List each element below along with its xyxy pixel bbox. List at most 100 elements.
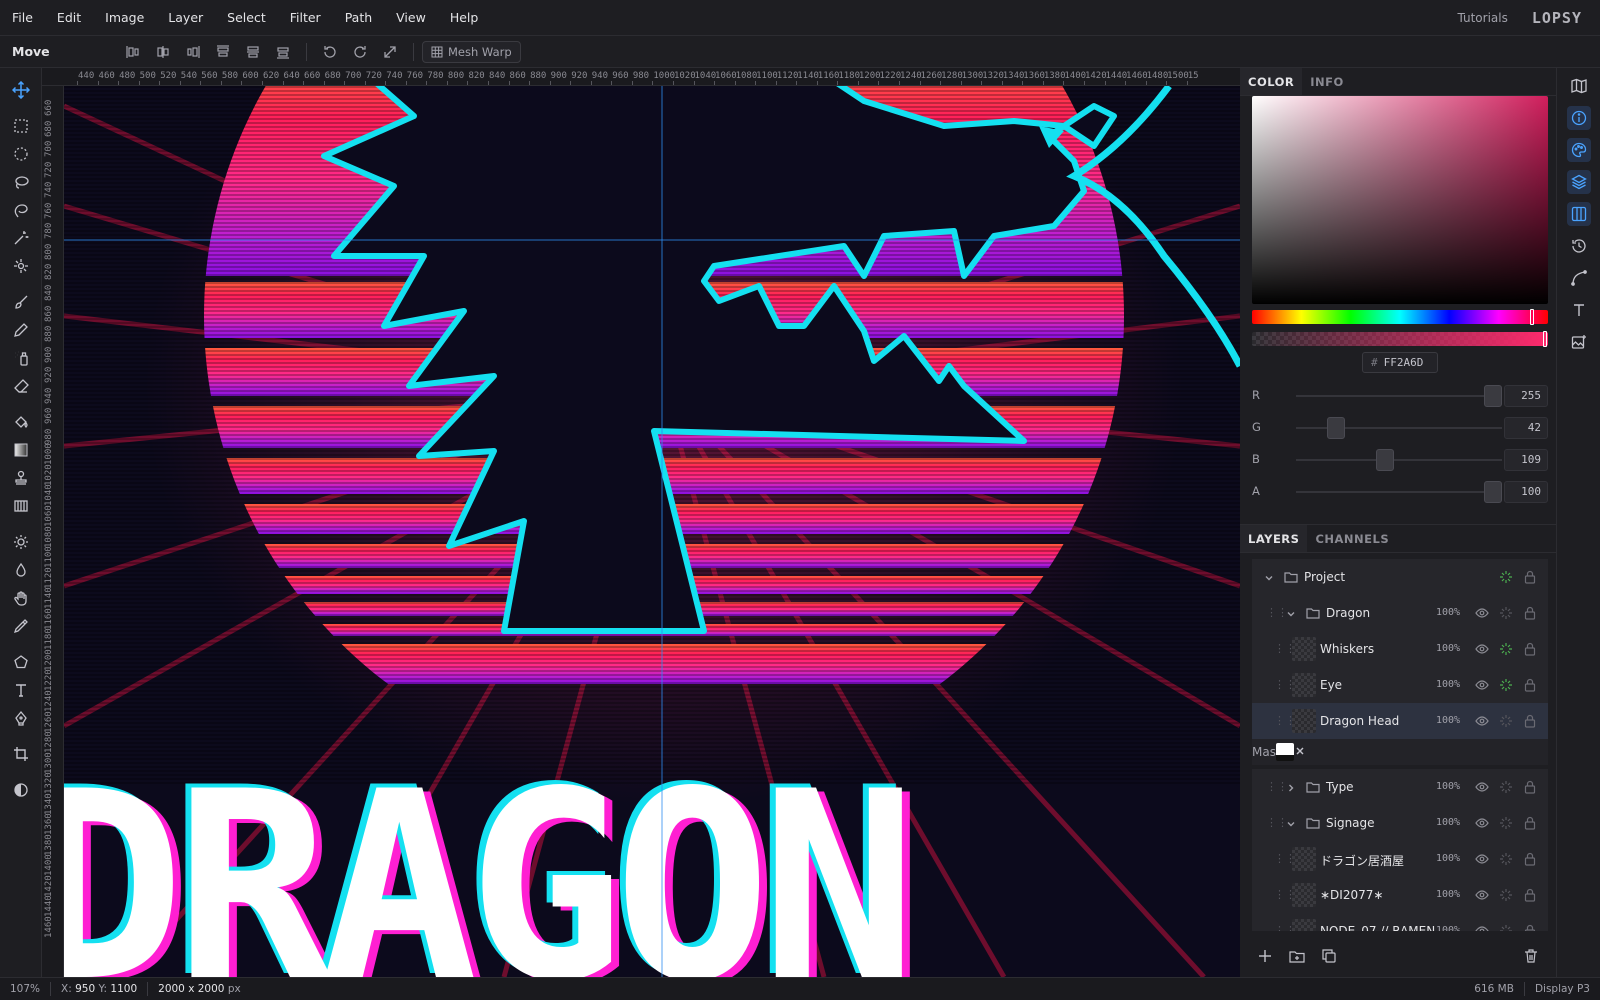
eraser-icon[interactable] <box>9 374 33 398</box>
contrast-icon[interactable] <box>9 778 33 802</box>
layer-effects-icon[interactable] <box>1498 677 1514 693</box>
map-icon[interactable] <box>1567 74 1591 98</box>
polygon-icon[interactable] <box>9 650 33 674</box>
tab-layers[interactable]: LAYERS <box>1240 525 1308 552</box>
lock-icon[interactable] <box>1522 815 1538 831</box>
drag-handle-icon[interactable]: ⋮⋮ <box>1266 606 1288 619</box>
info-icon[interactable] <box>1567 106 1591 130</box>
magic-wand-icon[interactable] <box>9 226 33 250</box>
lock-icon[interactable] <box>1522 923 1538 931</box>
channel-slider-thumb[interactable] <box>1484 385 1502 407</box>
layer-group-row[interactable]: ⋮⋮ Dragon 100% <box>1252 595 1548 631</box>
layers-icon[interactable] <box>1567 170 1591 194</box>
layer-effects-icon[interactable] <box>1498 779 1514 795</box>
layer-list[interactable]: Project ⋮⋮ Dragon 100% ⋮⋮ Whiskers 100% ⋮⋮ Eye 10… <box>1252 559 1548 931</box>
move-tool-icon[interactable] <box>9 78 33 102</box>
channel-value-input[interactable]: 42 <box>1504 417 1548 439</box>
channel-slider-track[interactable] <box>1296 491 1502 493</box>
layer-row[interactable]: ⋮⋮ Eye 100% <box>1252 667 1548 703</box>
chevron-down-icon[interactable] <box>1286 608 1296 622</box>
layer-effects-icon[interactable] <box>1498 569 1514 585</box>
layer-mask-row[interactable]: Mask <box>1252 739 1548 765</box>
lock-icon[interactable] <box>1522 569 1538 585</box>
lock-icon[interactable] <box>1522 605 1538 621</box>
align-top-icon[interactable] <box>208 40 238 64</box>
lock-icon[interactable] <box>1522 851 1538 867</box>
remove-mask-icon[interactable] <box>1295 745 1305 759</box>
layer-effects-icon[interactable] <box>1498 923 1514 931</box>
duplicate-layer-icon[interactable] <box>1318 945 1340 967</box>
tutorials-link[interactable]: Tutorials <box>1457 11 1507 25</box>
menu-path[interactable]: Path <box>333 0 384 36</box>
layer-effects-icon[interactable] <box>1498 851 1514 867</box>
visibility-eye-icon[interactable] <box>1474 923 1490 931</box>
layer-opacity[interactable]: 100% <box>1436 715 1460 726</box>
crop-icon[interactable] <box>9 742 33 766</box>
pattern-icon[interactable] <box>9 494 33 518</box>
expand-icon[interactable] <box>375 40 405 64</box>
hue-slider-handle[interactable] <box>1529 309 1534 325</box>
layer-row[interactable]: ⋮⋮ NODE_07 // RAMEN 100% <box>1252 913 1548 931</box>
layer-opacity[interactable]: 100% <box>1436 925 1460 931</box>
layer-effects-icon[interactable] <box>1498 641 1514 657</box>
color-profile[interactable]: Display P3 <box>1525 983 1600 995</box>
paint-bucket-icon[interactable] <box>9 410 33 434</box>
visibility-eye-icon[interactable] <box>1474 641 1490 657</box>
layer-opacity[interactable]: 100% <box>1436 889 1460 900</box>
lasso-icon[interactable] <box>9 170 33 194</box>
channel-slider-thumb[interactable] <box>1376 449 1395 471</box>
mesh-warp-button[interactable]: Mesh Warp <box>422 40 521 63</box>
stamp-icon[interactable] <box>9 466 33 490</box>
align-middle-v-icon[interactable] <box>238 40 268 64</box>
visibility-eye-icon[interactable] <box>1474 851 1490 867</box>
align-center-h-icon[interactable] <box>148 40 178 64</box>
menu-help[interactable]: Help <box>438 0 491 36</box>
magnetic-lasso-icon[interactable] <box>9 198 33 222</box>
palette-icon[interactable] <box>1567 138 1591 162</box>
gradient-icon[interactable] <box>9 438 33 462</box>
lock-icon[interactable] <box>1522 713 1538 729</box>
document-canvas[interactable]: DRAGON DRAGON DRAGON <box>64 86 1240 977</box>
menu-edit[interactable]: Edit <box>45 0 93 36</box>
lock-icon[interactable] <box>1522 641 1538 657</box>
layer-group-row[interactable]: Project <box>1252 559 1548 595</box>
layer-opacity[interactable]: 100% <box>1436 817 1460 828</box>
channel-slider-track[interactable] <box>1296 459 1502 461</box>
tab-color[interactable]: COLOR <box>1240 68 1303 95</box>
chevron-right-icon[interactable] <box>1286 782 1296 796</box>
dodge-icon[interactable] <box>9 530 33 554</box>
layer-row[interactable]: ⋮⋮ ∗DI2077∗ 100% <box>1252 877 1548 913</box>
channel-slider-thumb[interactable] <box>1484 481 1502 503</box>
spray-icon[interactable] <box>9 346 33 370</box>
visibility-eye-icon[interactable] <box>1474 887 1490 903</box>
channels-icon[interactable] <box>1567 202 1591 226</box>
menu-file[interactable]: File <box>0 0 45 36</box>
tab-info[interactable]: INFO <box>1302 68 1352 95</box>
layer-opacity[interactable]: 100% <box>1436 781 1460 792</box>
ruler-horizontal[interactable]: 440 460 480 500 520 540 560 580 600 620 640 660 680 7… <box>42 68 1240 86</box>
channel-slider-thumb[interactable] <box>1327 417 1346 439</box>
layer-effects-icon[interactable] <box>1498 815 1514 831</box>
pen-icon[interactable] <box>9 706 33 730</box>
layer-row[interactable]: ⋮⋮ Whiskers 100% <box>1252 631 1548 667</box>
align-right-icon[interactable] <box>178 40 208 64</box>
drag-handle-icon[interactable]: ⋮⋮ <box>1266 816 1288 829</box>
channel-value-input[interactable]: 255 <box>1504 385 1548 407</box>
chevron-down-icon[interactable] <box>1264 572 1274 586</box>
image-adjust-icon[interactable] <box>1567 330 1591 354</box>
hue-slider[interactable] <box>1252 309 1548 325</box>
layer-group-row[interactable]: ⋮⋮ Signage 100% <box>1252 805 1548 841</box>
layer-opacity[interactable]: 100% <box>1436 853 1460 864</box>
layer-group-row[interactable]: ⋮⋮ Type 100% <box>1252 769 1548 805</box>
menu-view[interactable]: View <box>384 0 438 36</box>
align-bottom-icon[interactable] <box>268 40 298 64</box>
layer-effects-icon[interactable] <box>1498 887 1514 903</box>
quick-select-icon[interactable] <box>9 254 33 278</box>
rotate-ccw-icon[interactable] <box>315 40 345 64</box>
hex-input[interactable]: # FF2A6D <box>1362 352 1438 373</box>
mask-thumbnail[interactable] <box>1276 743 1294 761</box>
add-layer-icon[interactable] <box>1254 945 1276 967</box>
ellipse-select-icon[interactable] <box>9 142 33 166</box>
text-icon[interactable] <box>1567 298 1591 322</box>
layer-effects-icon[interactable] <box>1498 713 1514 729</box>
